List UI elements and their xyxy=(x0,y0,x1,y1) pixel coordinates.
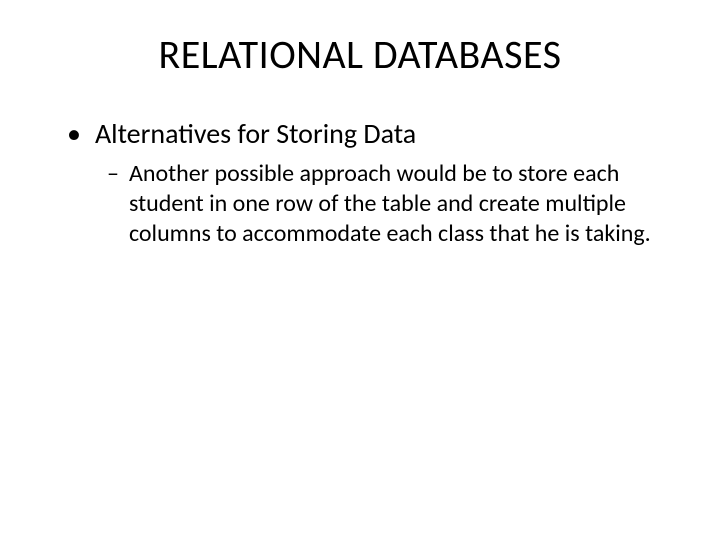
bullet-item-level-1: • Alternatives for Storing Data xyxy=(67,117,665,151)
bullet-marker: • xyxy=(67,117,81,151)
slide-title: RELATIONAL DATABASES xyxy=(55,30,665,79)
bullet-text: Another possible approach would be to st… xyxy=(129,159,665,249)
bullet-item-level-2: – Another possible approach would be to … xyxy=(107,159,665,249)
dash-marker: – xyxy=(107,159,119,189)
bullet-text: Alternatives for Storing Data xyxy=(95,117,416,151)
